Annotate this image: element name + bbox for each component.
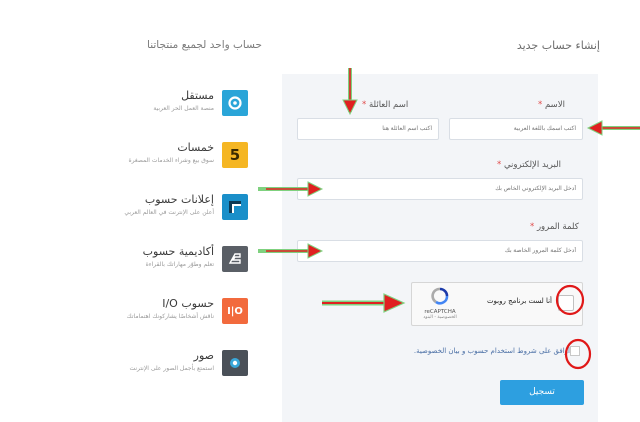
first-name-field[interactable] xyxy=(449,118,583,140)
product-desc: أعلن على الإنترنت في العالم العربي xyxy=(124,209,214,216)
product-desc: سوق بيع وشراء الخدمات المصغرة xyxy=(128,157,214,164)
product-item-ads[interactable]: إعلانات حسوب أعلن على الإنترنت في العالم… xyxy=(100,192,250,226)
product-name: خمسات xyxy=(177,141,214,154)
family-name-label: اسم العائلة * xyxy=(362,100,409,110)
terms-checkbox[interactable] xyxy=(570,346,580,356)
product-item-khamsat[interactable]: 5 خمسات سوق بيع وشراء الخدمات المصغرة xyxy=(100,140,250,174)
product-name: إعلانات حسوب xyxy=(144,193,214,206)
khamsat-icon: 5 xyxy=(222,142,248,168)
page-title: إنشاء حساب جديد xyxy=(516,39,600,52)
recaptcha-terms[interactable]: الخصوصية - البنود xyxy=(418,315,462,320)
product-desc: ناقش أشخاصًا يشاركونك اهتماماتك xyxy=(126,313,214,320)
photos-icon xyxy=(222,350,248,376)
io-icon: I|O xyxy=(222,298,248,324)
product-item-academy[interactable]: أكاديمية حسوب تعلم وطوّر مهاراتك بالقراء… xyxy=(100,244,250,278)
password-label: كلمة المرور * xyxy=(530,222,579,232)
product-desc: منصة العمل الحر العربية xyxy=(153,105,214,112)
product-item-io[interactable]: I|O حسوب I/O ناقش أشخاصًا يشاركونك اهتما… xyxy=(100,296,250,330)
product-name: صور xyxy=(193,349,214,362)
recaptcha-logo: reCAPTCHA الخصوصية - البنود xyxy=(418,287,462,320)
password-field[interactable] xyxy=(297,240,583,262)
ads-icon xyxy=(222,194,248,220)
product-desc: استمتع بأجمل الصور على الإنترنت xyxy=(129,365,214,372)
submit-button[interactable]: تسجيل xyxy=(500,380,584,405)
products-heading: حساب واحد لجميع منتجاتنا xyxy=(147,39,262,51)
email-field[interactable] xyxy=(297,178,583,200)
recaptcha-widget: أنا لست برنامج روبوت reCAPTCHA الخصوصية … xyxy=(411,282,583,326)
product-item-mostaql[interactable]: مستقل منصة العمل الحر العربية xyxy=(100,88,250,122)
recaptcha-icon xyxy=(431,287,449,305)
product-name: حسوب I/O xyxy=(162,297,214,310)
recaptcha-checkbox[interactable] xyxy=(558,295,574,311)
terms-text[interactable]: أوافق على شروط استخدام حسوب و بيان الخصو… xyxy=(414,347,570,355)
product-name: أكاديمية حسوب xyxy=(142,245,214,258)
family-name-field[interactable] xyxy=(297,118,439,140)
email-label: البريد الإلكتروني * xyxy=(497,160,561,170)
academy-icon xyxy=(222,246,248,272)
product-item-photos[interactable]: صور استمتع بأجمل الصور على الإنترنت xyxy=(100,348,250,382)
first-name-label: الاسم * xyxy=(538,100,565,110)
product-name: مستقل xyxy=(181,89,214,102)
recaptcha-text: أنا لست برنامج روبوت xyxy=(486,297,552,305)
product-desc: تعلم وطوّر مهاراتك بالقراءة xyxy=(145,261,214,268)
mostaql-icon xyxy=(222,90,248,116)
